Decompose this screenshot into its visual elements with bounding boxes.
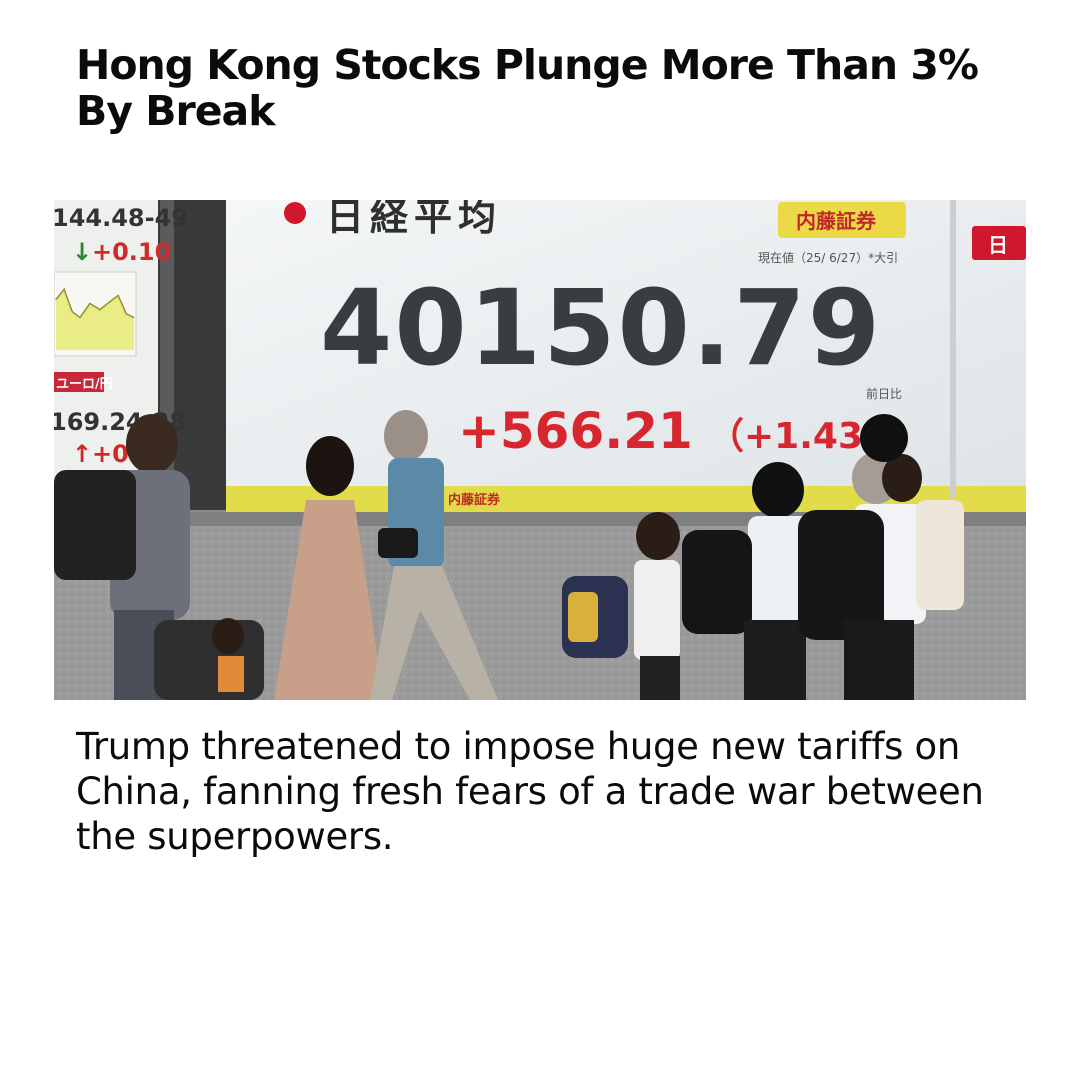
right-tag: 日 [988,233,1008,257]
svg-text:↓: ↓ [72,238,92,266]
footer-broker: 内藤証券 [448,492,501,508]
side-top-value: 144.48-49 [54,204,188,232]
date-note: 現在値（25/ 6/27）*大引 [758,250,898,265]
prev-label: 前日比 [866,386,902,401]
broker-logo: 内藤証券 [796,209,877,233]
side-top-change: +0.10 [92,238,171,266]
news-photo: 144.48-49 ↓ +0.10 ユーロ/円 169.24-28 ↑ +0.3… [54,200,1026,700]
japan-flag-icon [284,202,306,224]
index-value: 40150.79 [320,267,882,389]
index-name: 日経平均 [326,200,502,239]
headline: Hong Kong Stocks Plunge More Than 3% By … [76,41,979,135]
caption: Trump threatened to impose huge new tari… [76,725,984,858]
index-change: +566.21 [458,402,693,460]
svg-text:↑: ↑ [72,440,92,468]
side-label: ユーロ/円 [56,377,113,392]
